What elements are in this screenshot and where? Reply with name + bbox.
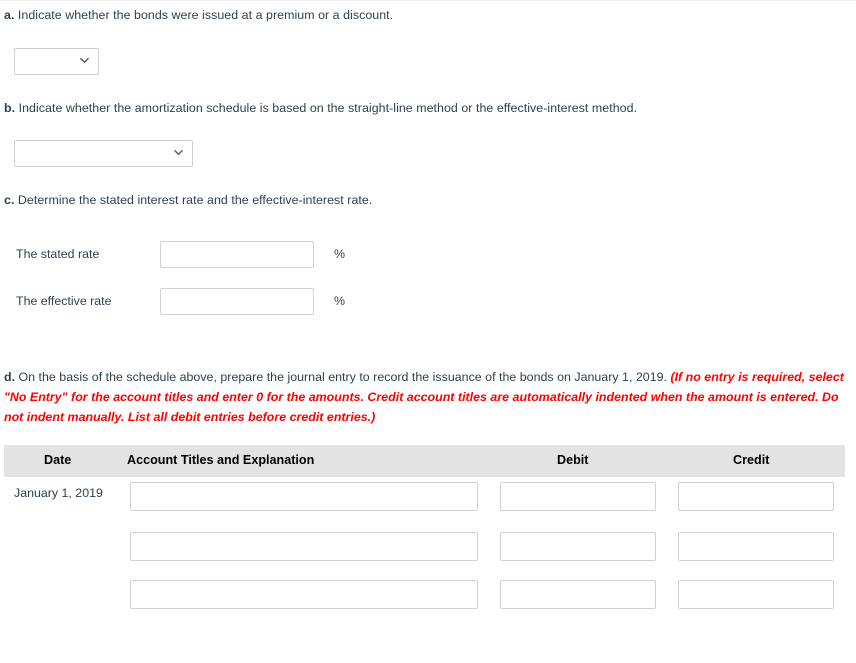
table-header-row: Date Account Titles and Explanation Debi… — [4, 445, 845, 477]
premium-or-discount-select[interactable] — [14, 48, 99, 75]
effective-rate-input[interactable] — [160, 288, 314, 315]
row-account-input[interactable] — [130, 580, 478, 609]
row-credit-input[interactable] — [678, 580, 834, 609]
table-row — [4, 527, 845, 575]
question-c-letter: c. — [4, 193, 15, 207]
row-debit-input[interactable] — [500, 482, 656, 511]
row-debit-input[interactable] — [500, 532, 656, 561]
row-credit-input[interactable] — [678, 532, 834, 561]
amortization-method-select[interactable] — [14, 140, 193, 167]
question-c-text: c. Determine the stated interest rate an… — [4, 192, 372, 208]
table-row: January 1, 2019 — [4, 477, 845, 527]
row-account-input[interactable] — [130, 532, 478, 561]
question-d-letter: d. — [4, 370, 16, 384]
question-d-text: d. On the basis of the schedule above, p… — [4, 367, 850, 427]
row-date-label: January 1, 2019 — [14, 486, 103, 500]
column-header-credit: Credit — [733, 453, 770, 467]
row-debit-input[interactable] — [500, 580, 656, 609]
effective-rate-label: The effective rate — [16, 294, 112, 308]
journal-entry-table: Date Account Titles and Explanation Debi… — [4, 445, 845, 623]
row-account-input[interactable] — [130, 482, 478, 511]
chevron-down-icon — [80, 56, 89, 65]
question-b-letter: b. — [4, 101, 16, 115]
stated-rate-label: The stated rate — [16, 247, 100, 261]
question-b-text: b. Indicate whether the amortization sch… — [4, 100, 637, 116]
question-a-text: a. Indicate whether the bonds were issue… — [4, 7, 393, 23]
table-row — [4, 575, 845, 623]
question-b-body: Indicate whether the amortization schedu… — [15, 101, 638, 115]
row-credit-input[interactable] — [678, 482, 834, 511]
effective-rate-unit: % — [334, 294, 346, 308]
question-a-letter: a. — [4, 8, 15, 22]
column-header-account: Account Titles and Explanation — [127, 453, 315, 467]
assignment-page: a. Indicate whether the bonds were issue… — [0, 0, 856, 663]
column-header-date: Date — [44, 453, 72, 467]
column-header-debit: Debit — [557, 453, 589, 467]
question-a-body: Indicate whether the bonds were issued a… — [14, 8, 394, 22]
chevron-down-icon — [174, 148, 183, 157]
stated-rate-unit: % — [334, 247, 346, 261]
question-d-body: On the basis of the schedule above, prep… — [15, 370, 671, 384]
question-c-body: Determine the stated interest rate and t… — [14, 193, 373, 207]
stated-rate-input[interactable] — [160, 241, 314, 268]
